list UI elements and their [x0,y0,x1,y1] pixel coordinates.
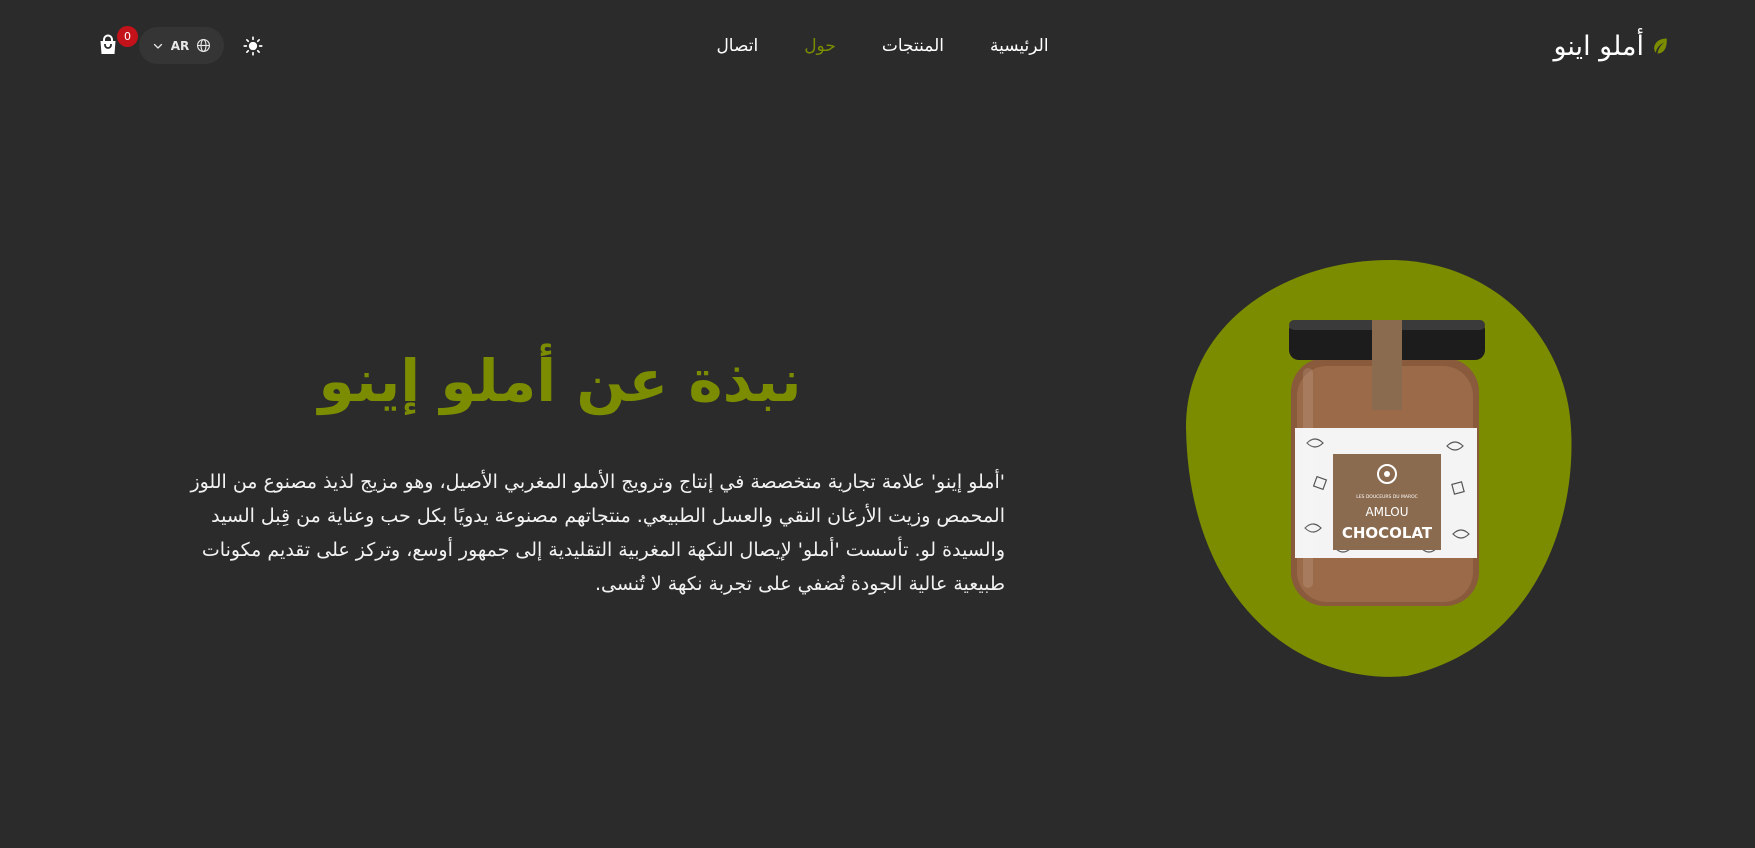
nav-link-contact[interactable]: اتصال [716,30,758,62]
label-amlou: AMLOU [1365,505,1408,519]
globe-icon [197,39,211,52]
nav-link-products[interactable]: المنتجات [882,30,944,62]
about-description: 'أملو إينو' علامة تجارية متخصصة في إنتاج… [190,471,1005,595]
about-page: أملو اينو الرئيسية المنتجات حول اتصال AR [0,0,1755,848]
chevron-down-icon [153,43,162,49]
nav-link-about[interactable]: حول [804,30,836,62]
jar: LES DOUCEURS DU MAROC AMLOU CHOCOLAT [1289,320,1485,606]
logo-text: أملو اينو [1553,30,1644,62]
product-image: LES DOUCEURS DU MAROC AMLOU CHOCOLAT [1185,258,1573,678]
nav-link-home[interactable]: الرئيسية [990,30,1049,62]
sun-icon [243,36,263,56]
language-select[interactable]: AR [139,27,224,64]
label-brand: LES DOUCEURS DU MAROC [1356,494,1418,500]
label-chocolat: CHOCOLAT [1342,524,1433,542]
product-illustration: LES DOUCEURS DU MAROC AMLOU CHOCOLAT [1185,260,1572,677]
leaf-icon [1654,38,1667,54]
cart-count-badge: 0 [117,26,138,47]
theme-toggle-button[interactable] [240,33,266,59]
language-code: AR [170,38,190,53]
site-logo[interactable]: أملو اينو [1553,26,1670,66]
page-title: نبذة عن أملو إينو [318,347,802,415]
